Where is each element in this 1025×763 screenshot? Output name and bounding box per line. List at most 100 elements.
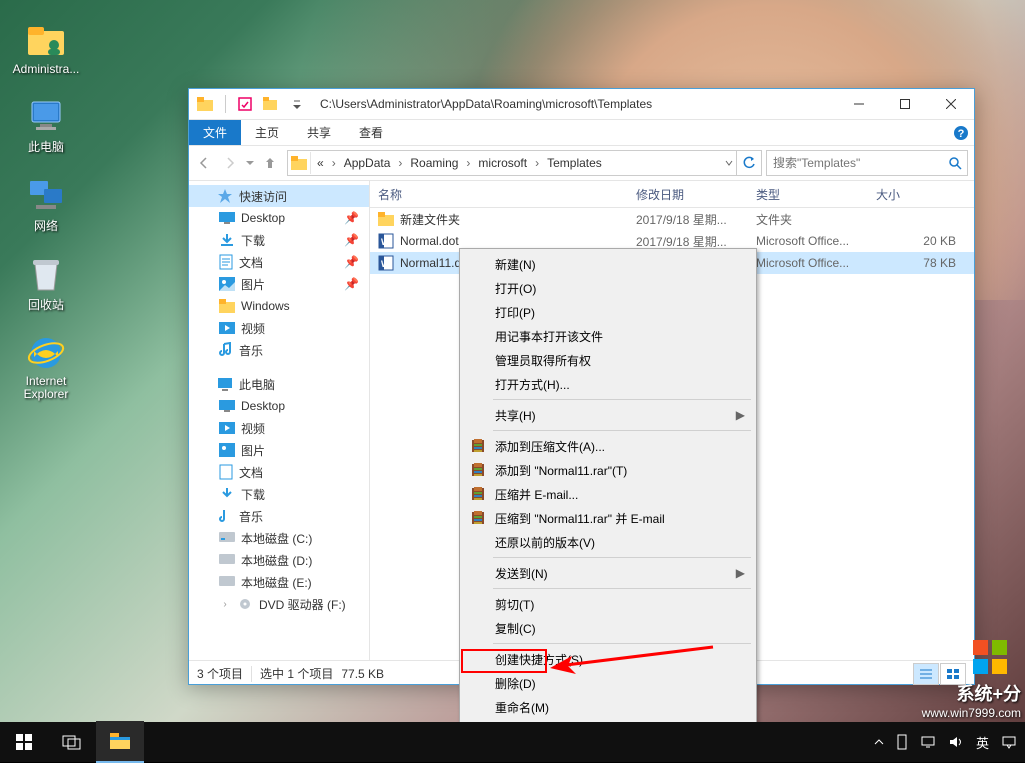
task-view-button[interactable] <box>48 722 96 762</box>
menu-item[interactable]: 新建(N) <box>463 252 753 276</box>
breadcrumb[interactable]: «› AppData› Roaming› microsoft› Template… <box>287 150 762 176</box>
sidebar-item[interactable]: 本地磁盘 (E:) <box>189 571 369 593</box>
sidebar-this-pc[interactable]: 此电脑 <box>189 373 369 395</box>
tray-device-icon[interactable] <box>896 734 908 750</box>
tab-share[interactable]: 共享 <box>293 120 345 145</box>
column-name[interactable]: 名称 <box>370 186 636 203</box>
pictures-icon <box>219 277 235 291</box>
history-dropdown-icon[interactable] <box>243 150 257 176</box>
chevron-right-icon[interactable]: › <box>396 156 404 170</box>
file-type-cell: Microsoft Office... <box>756 256 876 270</box>
chevron-right-icon[interactable]: › <box>533 156 541 170</box>
sidebar-item[interactable]: 音乐 <box>189 339 369 361</box>
column-type[interactable]: 类型 <box>756 186 876 203</box>
menu-item[interactable]: 共享(H)▶ <box>463 403 753 427</box>
sidebar-quick-access[interactable]: 快速访问 <box>189 185 369 207</box>
menu-item[interactable]: 剪切(T) <box>463 592 753 616</box>
network-icon <box>26 175 66 215</box>
menu-item[interactable]: 复制(C) <box>463 616 753 640</box>
maximize-button[interactable] <box>882 89 928 119</box>
tray-volume-icon[interactable] <box>948 735 964 749</box>
sidebar-item[interactable]: Windows <box>189 295 369 317</box>
desktop-icon-label: Internet Explorer <box>8 375 84 401</box>
menu-item[interactable]: 打印(P) <box>463 300 753 324</box>
sidebar-item[interactable]: 下载📌 <box>189 229 369 251</box>
minimize-button[interactable] <box>836 89 882 119</box>
menu-item[interactable]: 发送到(N)▶ <box>463 561 753 585</box>
sidebar-item[interactable]: 文档 <box>189 461 369 483</box>
menu-item[interactable]: 管理员取得所有权 <box>463 348 753 372</box>
desktop-icon-network[interactable]: 网络 <box>8 175 84 234</box>
chevron-down-icon[interactable] <box>722 158 736 168</box>
new-folder-icon[interactable] <box>260 93 282 115</box>
chevron-right-icon[interactable]: › <box>464 156 472 170</box>
close-button[interactable] <box>928 89 974 119</box>
breadcrumb-segment[interactable]: Roaming <box>404 156 464 170</box>
column-date[interactable]: 修改日期 <box>636 186 756 203</box>
column-size[interactable]: 大小 <box>876 186 956 203</box>
menu-item[interactable]: 添加到压缩文件(A)... <box>463 434 753 458</box>
start-button[interactable] <box>0 722 48 762</box>
tab-view[interactable]: 查看 <box>345 120 397 145</box>
column-headers[interactable]: 名称 修改日期 类型 大小 <box>370 181 974 208</box>
breadcrumb-segment[interactable]: microsoft <box>472 156 533 170</box>
breadcrumb-segment[interactable]: AppData <box>338 156 397 170</box>
expand-icon[interactable]: › <box>219 599 231 610</box>
sidebar-item[interactable]: 图片 <box>189 439 369 461</box>
tray-notifications-icon[interactable] <box>1001 735 1017 749</box>
menu-item[interactable]: 打开(O) <box>463 276 753 300</box>
taskbar-explorer[interactable] <box>96 721 144 763</box>
menu-item[interactable]: 添加到 "Normal11.rar"(T) <box>463 458 753 482</box>
tray-ime[interactable]: 英 <box>976 733 989 752</box>
breadcrumb-segment[interactable]: « <box>311 156 330 170</box>
desktop-icon-ie[interactable]: Internet Explorer <box>8 333 84 401</box>
sidebar-item[interactable]: 音乐 <box>189 505 369 527</box>
menu-item[interactable]: 删除(D) <box>463 671 753 695</box>
rar-icon <box>469 437 487 455</box>
tray-chevron-icon[interactable] <box>874 737 884 747</box>
sidebar-item[interactable]: 本地磁盘 (D:) <box>189 549 369 571</box>
breadcrumb-segment[interactable]: Templates <box>541 156 608 170</box>
help-icon[interactable]: ? <box>948 121 974 145</box>
menu-item[interactable]: 压缩到 "Normal11.rar" 并 E-mail <box>463 506 753 530</box>
menu-item[interactable]: 打开方式(H)... <box>463 372 753 396</box>
menu-item[interactable]: 用记事本打开该文件 <box>463 324 753 348</box>
file-row[interactable]: 新建文件夹2017/9/18 星期...文件夹 <box>370 208 974 230</box>
sidebar-item[interactable]: ›DVD 驱动器 (F:) <box>189 593 369 615</box>
sidebar-item[interactable]: 视频 <box>189 417 369 439</box>
sidebar-item[interactable]: 视频 <box>189 317 369 339</box>
chevron-right-icon[interactable]: › <box>330 156 338 170</box>
sidebar-item[interactable]: Desktop📌 <box>189 207 369 229</box>
properties-icon[interactable] <box>234 93 256 115</box>
refresh-button[interactable] <box>736 151 761 175</box>
sidebar-item[interactable]: 本地磁盘 (C:) <box>189 527 369 549</box>
search-box[interactable] <box>766 150 968 176</box>
forward-button[interactable] <box>217 150 243 176</box>
nav-pane[interactable]: 快速访问 Desktop📌 下载📌 文档📌 图片📌 Windows 视频 音乐 … <box>189 181 370 660</box>
menu-item[interactable]: 还原以前的版本(V) <box>463 530 753 554</box>
menu-separator <box>493 588 751 589</box>
sidebar-item[interactable]: 文档📌 <box>189 251 369 273</box>
desktop-icon-this-pc[interactable]: 此电脑 <box>8 96 84 155</box>
desktop-icon-recycle-bin[interactable]: 回收站 <box>8 254 84 313</box>
taskbar[interactable]: 英 <box>0 722 1025 762</box>
desktop-icon-administrator[interactable]: Administra... <box>8 20 84 76</box>
search-input[interactable] <box>767 156 943 170</box>
qat-dropdown-icon[interactable] <box>286 93 308 115</box>
back-button[interactable] <box>191 150 217 176</box>
titlebar[interactable]: C:\Users\Administrator\AppData\Roaming\m… <box>189 89 974 120</box>
search-icon[interactable] <box>943 156 967 170</box>
sidebar-item[interactable]: Desktop <box>189 395 369 417</box>
tab-home[interactable]: 主页 <box>241 120 293 145</box>
up-button[interactable] <box>257 150 283 176</box>
status-size: 77.5 KB <box>341 667 384 681</box>
menu-item[interactable]: 重命名(M) <box>463 695 753 719</box>
menu-item[interactable]: 创建快捷方式(S) <box>463 647 753 671</box>
system-tray: 英 <box>874 733 1025 752</box>
tray-network-icon[interactable] <box>920 735 936 749</box>
music-icon <box>219 342 233 358</box>
tab-file[interactable]: 文件 <box>189 120 241 145</box>
sidebar-item[interactable]: 图片📌 <box>189 273 369 295</box>
menu-item[interactable]: 压缩并 E-mail... <box>463 482 753 506</box>
sidebar-item[interactable]: 下载 <box>189 483 369 505</box>
